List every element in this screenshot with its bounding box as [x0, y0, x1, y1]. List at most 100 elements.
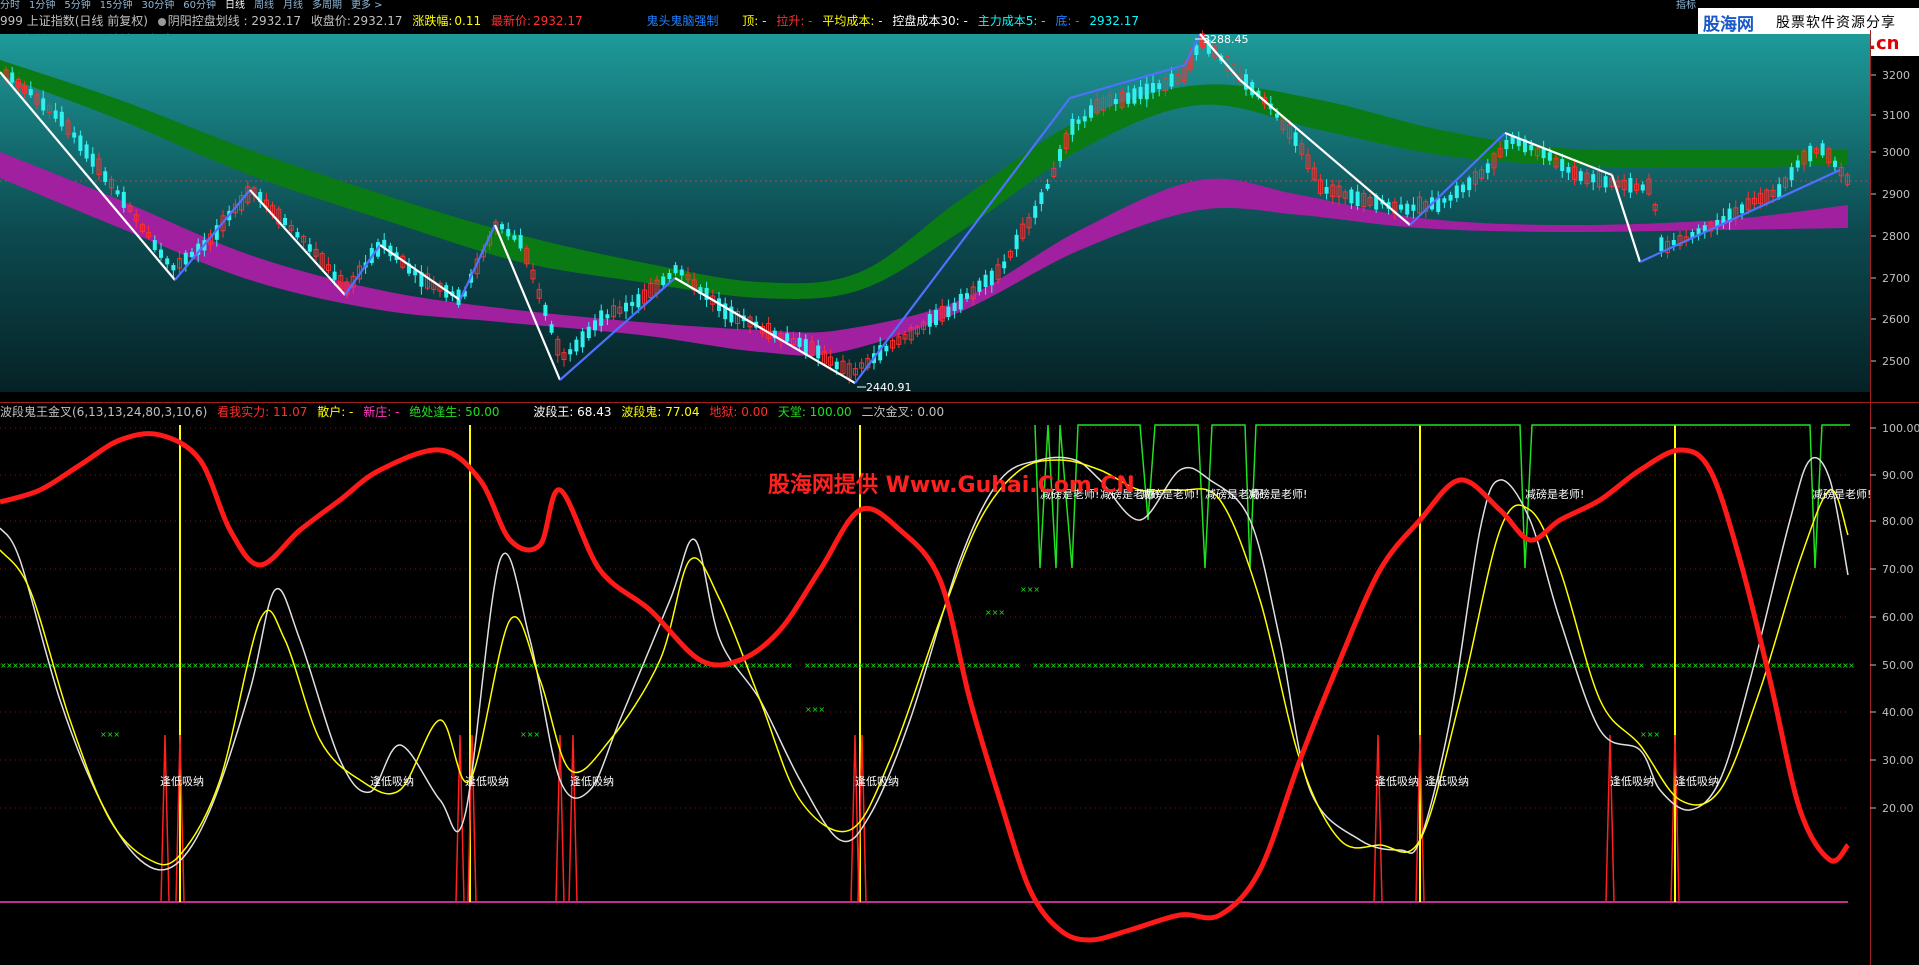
period-tab-5[interactable]: 60分钟	[183, 0, 216, 11]
period-tab-10[interactable]: 更多 >	[351, 0, 383, 11]
sector-tabs[interactable]: 所属板块】【行业】【地域】【概念】	[0, 32, 186, 48]
rebirth-marker: ×	[564, 661, 571, 670]
candle-body	[1280, 116, 1286, 131]
candle-body	[232, 203, 238, 214]
candle-body	[958, 293, 963, 310]
candle-body	[1740, 204, 1744, 214]
candle-body	[512, 235, 517, 240]
candle-body	[313, 249, 319, 257]
pane-divider	[0, 402, 1919, 403]
rebirth-marker: ×	[72, 661, 79, 670]
period-tab-2[interactable]: 5分钟	[64, 0, 90, 11]
rebirth-marker: ×	[378, 661, 385, 670]
rebirth-marker: ×	[1326, 661, 1333, 670]
candle-body	[1007, 250, 1013, 258]
rebirth-marker: ×	[1560, 661, 1567, 670]
candle-body	[1299, 143, 1305, 155]
teacher-label: 减磅是老师!	[1205, 487, 1264, 501]
period-tab-4[interactable]: 30分钟	[141, 0, 174, 11]
candle-body	[263, 199, 269, 208]
candle-body	[518, 235, 523, 249]
rebirth-marker: ×	[1476, 661, 1483, 670]
rebirth-marker: ×	[1650, 661, 1657, 670]
rebirth-marker: ×	[678, 661, 685, 670]
candle-body	[927, 314, 932, 327]
rebirth-marker: ×	[1230, 661, 1237, 670]
candle-body	[1529, 144, 1534, 151]
period-tab-6[interactable]: 日线	[225, 0, 245, 11]
candle-body	[413, 270, 418, 276]
price-tick-label: 3100	[1882, 109, 1910, 122]
candle-body	[1572, 166, 1578, 180]
zigzag-up-segment	[1069, 63, 1186, 100]
rebirth-marker: ×	[1098, 661, 1105, 670]
rebirth-marker: ×	[1332, 661, 1339, 670]
candle-body	[1151, 82, 1155, 93]
rebirth-marker: ×	[1248, 661, 1255, 670]
rebirth-marker: ×	[306, 661, 313, 670]
rebirth-marker: ×	[1680, 661, 1687, 670]
period-tab-7[interactable]: 周线	[254, 0, 274, 11]
candle-body	[908, 327, 914, 341]
candle-body	[630, 301, 635, 306]
green-signal-strip	[1034, 424, 1850, 569]
candle-body	[1584, 172, 1590, 185]
low-absorb-label: 逢低吸纳	[370, 775, 414, 788]
candle-body	[1058, 149, 1062, 162]
candle-body	[46, 105, 52, 113]
chart-canvas[interactable]: 3200 3100 3000 2900 2800 2700 2600 2500 3288.45 2…	[0, 0, 1919, 965]
candle-body	[1126, 92, 1131, 104]
period-tab-8[interactable]: 月线	[283, 0, 303, 11]
rebirth-marker: ×	[1518, 661, 1525, 670]
legend-strength: 看我实力: 11.07	[217, 405, 308, 419]
candle-body	[611, 305, 617, 318]
period-tab-3[interactable]: 15分钟	[100, 0, 133, 11]
candle-body	[710, 295, 716, 305]
rebirth-marker: ×	[198, 661, 205, 670]
red-spike	[1605, 734, 1615, 903]
candle-body	[22, 85, 28, 94]
sub-axis-label: 20.00	[1882, 802, 1914, 815]
rebirth-marker: ×	[630, 661, 637, 670]
rebirth-marker: ×	[504, 661, 511, 670]
zigzag-down-segment	[379, 244, 461, 301]
rebirth-marker: ×	[258, 661, 265, 670]
candle-body	[431, 281, 437, 291]
rebirth-marker: ×	[390, 661, 397, 670]
rebirth-marker: ×	[270, 661, 277, 670]
zigzag-up-segment	[1639, 169, 1841, 263]
period-tab-9[interactable]: 多周期	[312, 0, 342, 11]
candle-body	[1820, 143, 1825, 156]
candle-body	[382, 239, 387, 249]
candle-body	[307, 244, 312, 252]
rebirth-marker: ×	[156, 661, 163, 670]
indicator-menu-button[interactable]: 指标	[1676, 0, 1696, 11]
rebirth-marker: ×××	[520, 730, 540, 739]
period-tab-0[interactable]: 分时	[0, 0, 20, 11]
zigzag-up-segment	[459, 224, 496, 301]
candle-body	[1634, 183, 1640, 191]
indicator-name: 阴阳控盘划线 : 2932.17	[157, 14, 301, 28]
rebirth-marker: ×	[1050, 661, 1057, 670]
rebirth-marker: ×	[672, 661, 679, 670]
rebirth-marker: ×	[582, 661, 589, 670]
rebirth-marker: ×	[516, 661, 523, 670]
candle-body	[995, 264, 1001, 280]
rebirth-marker: ×	[1602, 661, 1609, 670]
rebirth-marker: ×	[1350, 661, 1357, 670]
rebirth-marker: ×	[1596, 661, 1603, 670]
zigzag-down-segment	[249, 189, 346, 296]
rebirth-marker: ×	[714, 661, 721, 670]
rebirth-marker: ×	[918, 661, 925, 670]
rebirth-marker: ×	[1722, 661, 1729, 670]
candle-body	[1224, 56, 1230, 72]
zigzag-down-segment	[1239, 79, 1411, 226]
rebirth-marker: ×	[990, 661, 997, 670]
rebirth-marker: ×	[1554, 661, 1561, 670]
candle-body	[1596, 171, 1602, 188]
candle-body	[1311, 167, 1317, 181]
rebirth-marker: ×	[1848, 661, 1855, 670]
band-ghost-line	[0, 459, 1849, 866]
period-tab-1[interactable]: 1分钟	[29, 0, 55, 11]
candle-body	[1461, 184, 1465, 193]
